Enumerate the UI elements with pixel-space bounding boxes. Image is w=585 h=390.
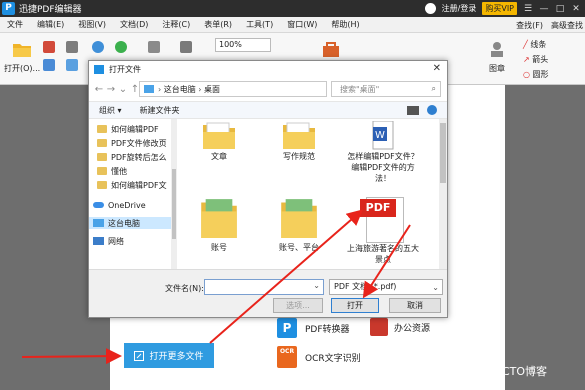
arrow-to-open-more	[21, 348, 122, 365]
arrow-to-pdf-file	[209, 209, 364, 344]
arrow-to-open-button	[362, 224, 411, 299]
annotation-arrows	[21, 209, 411, 365]
